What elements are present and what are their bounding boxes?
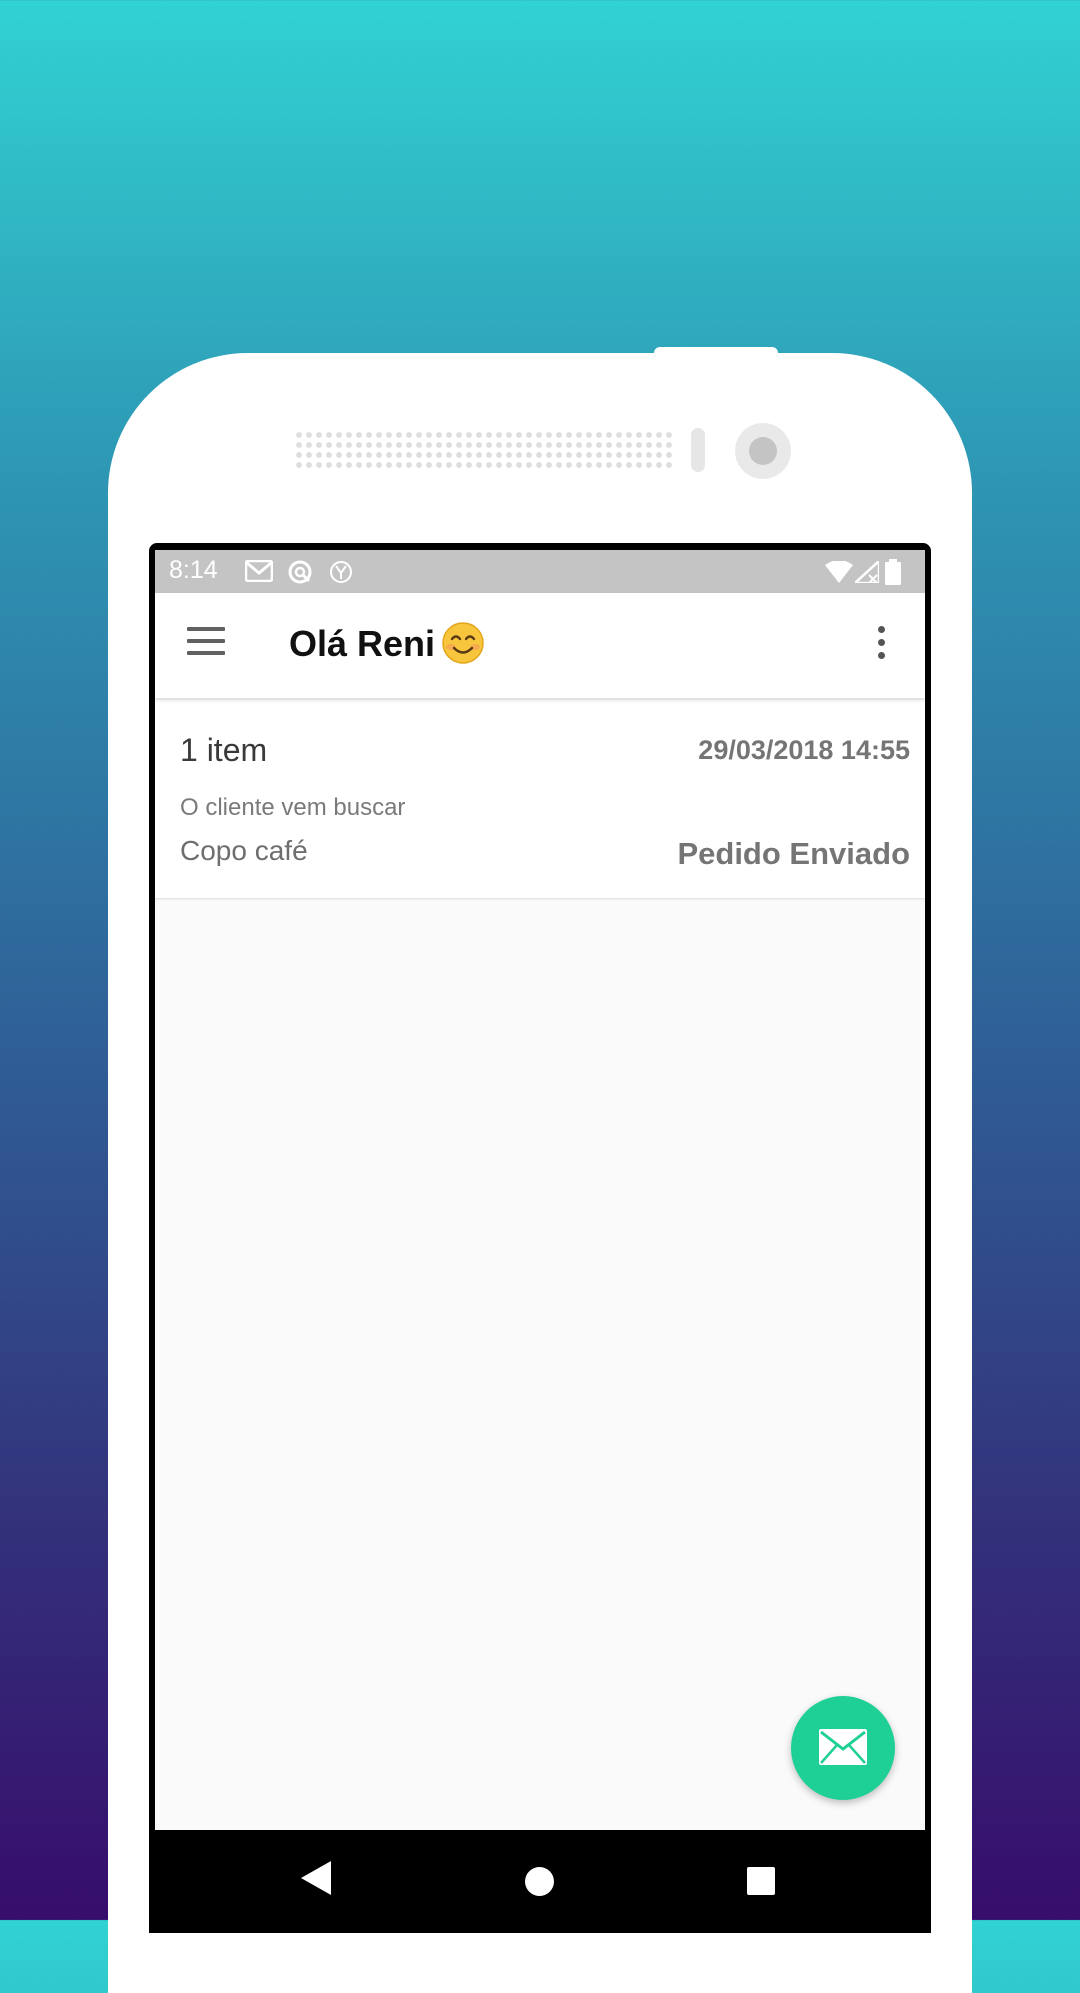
status-bar: 8:14 <box>155 550 925 593</box>
order-datetime: 29/03/2018 14:55 <box>698 735 910 765</box>
system-nav-bar <box>155 1830 925 1933</box>
order-items-count: 1 item <box>180 732 268 768</box>
message-fab-button[interactable] <box>791 1696 895 1800</box>
phone-camera <box>735 423 791 479</box>
order-delivery-method: O cliente vem buscar <box>180 794 406 821</box>
recents-icon[interactable] <box>747 1867 775 1895</box>
phone-screen: 8:14 Olá Reni 1 item 29/03/2018 14:55 O … <box>149 543 931 1933</box>
wifi-icon <box>825 560 853 588</box>
hamburger-menu-icon[interactable] <box>187 627 225 657</box>
yandex-icon <box>329 560 353 589</box>
sync-icon <box>287 559 313 590</box>
order-status: Pedido Enviado <box>677 836 910 871</box>
smiling-face-icon <box>441 621 485 665</box>
phone-speaker-grille <box>294 430 674 470</box>
app-screen: 8:14 Olá Reni 1 item 29/03/2018 14:55 O … <box>155 550 925 1933</box>
home-icon[interactable] <box>525 1867 554 1896</box>
signal-icon <box>851 558 881 588</box>
order-card[interactable]: 1 item 29/03/2018 14:55 O cliente vem bu… <box>155 700 925 899</box>
back-icon[interactable] <box>301 1861 331 1900</box>
gmail-icon <box>244 559 274 587</box>
order-product: Copo café <box>180 835 308 866</box>
camera-lens <box>749 437 777 465</box>
phone-sensor <box>691 428 705 472</box>
envelope-icon <box>819 1729 867 1765</box>
status-time: 8:14 <box>169 556 218 584</box>
battery-icon <box>885 559 901 590</box>
app-bar: Olá Reni <box>155 593 925 698</box>
more-vert-icon[interactable] <box>875 623 887 663</box>
page-title: Olá Reni <box>289 623 436 664</box>
